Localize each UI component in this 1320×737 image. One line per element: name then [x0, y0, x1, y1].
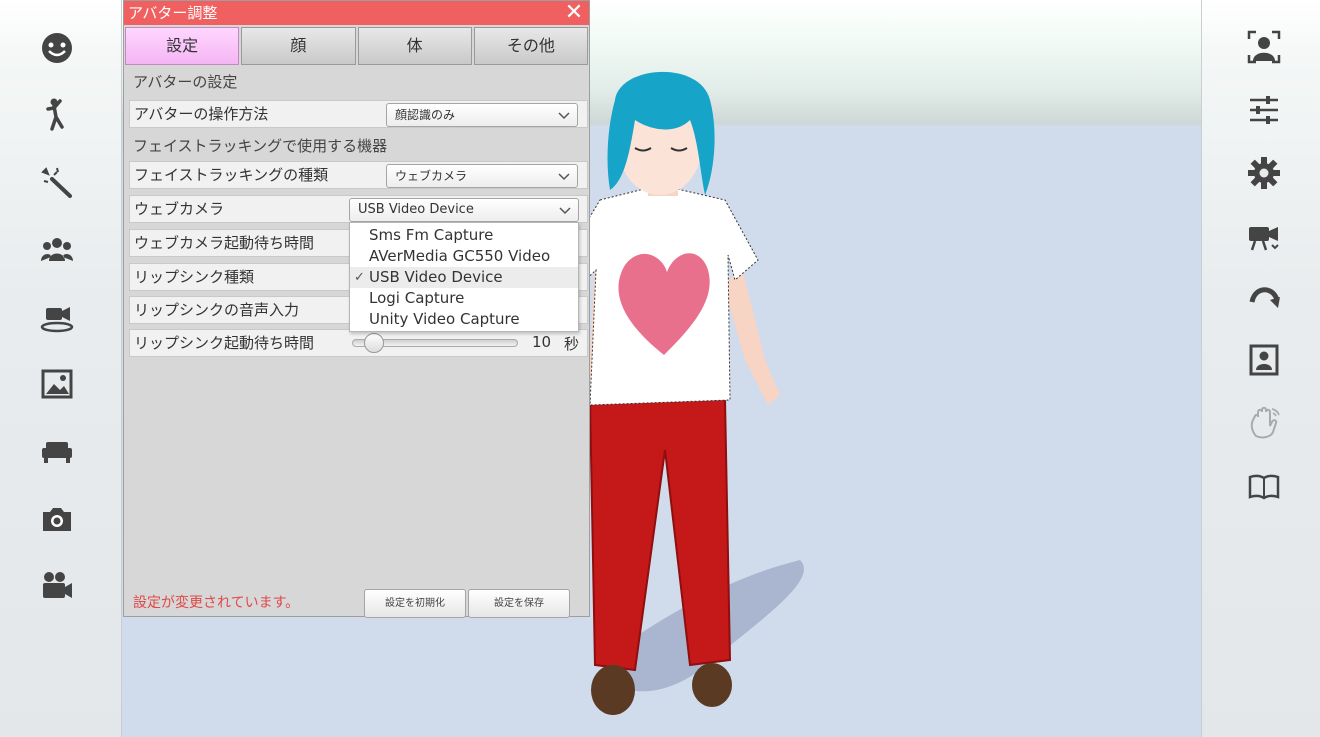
tracking-type-select[interactable]: ウェブカメラ	[386, 164, 578, 188]
camera-stand-icon[interactable]	[37, 297, 77, 337]
chevron-down-icon	[558, 173, 570, 181]
video-camera-icon[interactable]	[1244, 216, 1284, 256]
lipsync-wait-label: リップシンク起動待ち時間	[134, 334, 315, 352]
sofa-icon[interactable]	[37, 431, 77, 471]
control-method-label: アバターの操作方法	[134, 105, 269, 123]
webcam-option-selected[interactable]: ✓ USB Video Device	[350, 267, 578, 288]
chevron-down-icon	[559, 207, 571, 215]
dance-pose-icon[interactable]	[37, 94, 77, 134]
lipsync-wait-slider-thumb[interactable]	[363, 333, 384, 353]
movie-camera-icon[interactable]	[37, 566, 77, 606]
webcam-dropdown-list: Sms Fm Capture AVerMedia GC550 Video ✓ US…	[349, 222, 579, 332]
smile-face-icon[interactable]	[37, 28, 77, 68]
webcam-wait-label: ウェブカメラ起動待ち時間	[134, 234, 315, 252]
book-icon[interactable]	[1244, 466, 1284, 506]
face-tracking-icon[interactable]	[1244, 27, 1284, 67]
webcam-option[interactable]: Unity Video Capture	[350, 309, 578, 330]
save-settings-button[interactable]: 設定を保存	[468, 589, 570, 618]
left-toolbar	[0, 0, 122, 737]
webcam-option-label: Logi Capture	[369, 289, 465, 307]
checkmark-icon: ✓	[354, 270, 365, 285]
webcam-option-label: Sms Fm Capture	[369, 226, 494, 244]
tab-settings[interactable]: 設定	[125, 27, 240, 65]
control-method-value: 顔認識のみ	[395, 108, 456, 122]
tab-face[interactable]: 顔	[241, 27, 356, 65]
webcam-label: ウェブカメラ	[134, 200, 225, 218]
close-icon[interactable]: ✕	[563, 1, 585, 25]
lipsync-input-label: リップシンクの音声入力	[134, 301, 300, 319]
webcam-select[interactable]: USB Video Device	[349, 198, 579, 222]
right-toolbar	[1201, 0, 1320, 737]
reset-settings-button[interactable]: 設定を初期化	[364, 589, 466, 618]
tracking-type-value: ウェブカメラ	[395, 169, 468, 183]
control-method-select[interactable]: 顔認識のみ	[386, 103, 578, 127]
camera-icon[interactable]	[37, 499, 77, 539]
unsaved-changes-message: 設定が変更されています。	[133, 595, 300, 611]
group-people-icon[interactable]	[37, 230, 77, 270]
webcam-option[interactable]: AVerMedia GC550 Video	[350, 246, 578, 267]
portrait-frame-icon[interactable]	[1244, 340, 1284, 380]
webcam-option-label: Unity Video Capture	[369, 310, 520, 328]
chevron-down-icon	[558, 112, 570, 120]
lipsync-wait-value: 10	[532, 333, 552, 351]
lipsync-type-label: リップシンク種類	[134, 268, 255, 286]
image-icon[interactable]	[37, 364, 77, 404]
gear-icon[interactable]	[1244, 153, 1284, 193]
section-avatar-settings: アバターの設定	[133, 73, 238, 91]
webcam-value: USB Video Device	[358, 202, 474, 217]
webcam-option-label: AVerMedia GC550 Video	[369, 247, 551, 265]
tab-other[interactable]: その他	[473, 27, 588, 65]
undo-arrow-icon[interactable]	[1244, 279, 1284, 319]
tracking-type-label: フェイストラッキングの種類	[134, 166, 329, 184]
lipsync-wait-unit: 秒	[564, 335, 580, 353]
section-face-tracking-device: フェイストラッキングで使用する機器	[133, 137, 388, 155]
webcam-option[interactable]: Sms Fm Capture	[350, 225, 578, 246]
waving-hand-icon	[1244, 403, 1284, 443]
tab-bar: 設定 顔 体 その他	[124, 27, 589, 65]
webcam-option[interactable]: Logi Capture	[350, 288, 578, 309]
magic-wand-icon[interactable]	[37, 162, 77, 202]
tab-body[interactable]: 体	[357, 27, 472, 65]
webcam-option-label: USB Video Device	[369, 268, 503, 286]
sliders-icon[interactable]	[1244, 90, 1284, 130]
panel-title[interactable]: アバター調整	[124, 1, 589, 25]
